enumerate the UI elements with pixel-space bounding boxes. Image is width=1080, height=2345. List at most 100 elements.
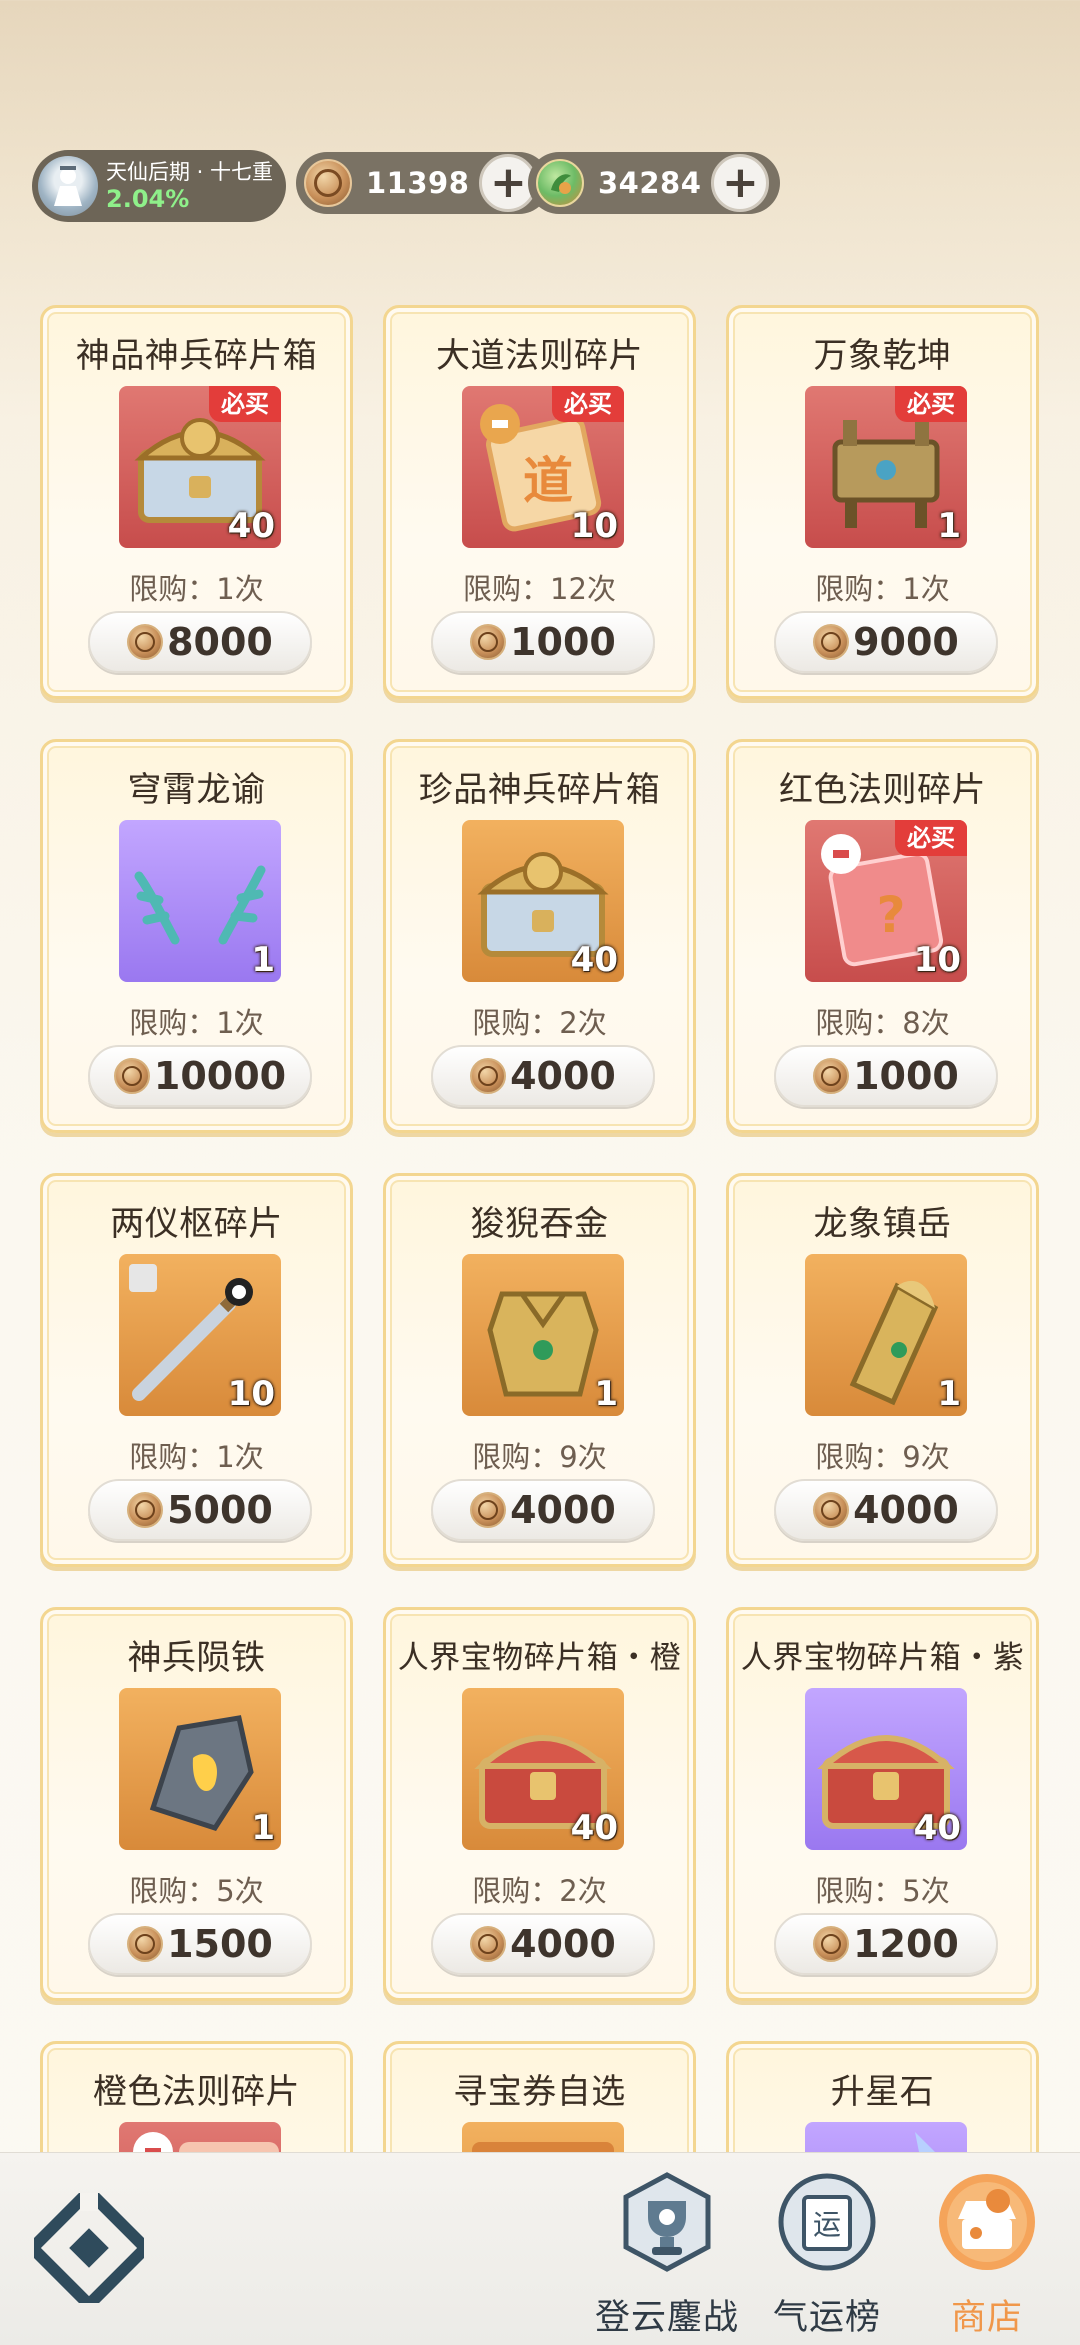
item-quantity: 40 [913, 1808, 961, 1848]
coin-icon [127, 1926, 164, 1962]
buy-button[interactable]: 4000 [431, 1479, 655, 1541]
buy-button[interactable]: 8000 [88, 611, 312, 673]
item-price: 1000 [853, 1054, 959, 1098]
item-image[interactable]: 1 [462, 1254, 624, 1416]
purchase-limit: 限购：12次 [463, 572, 616, 606]
orange-rule-fragment-icon [133, 2132, 279, 2155]
item-quantity: 40 [570, 940, 618, 980]
nav-label-shop: 商店 [950, 2298, 1023, 2338]
purchase-limit: 限购：1次 [815, 572, 950, 606]
item-price: 4000 [853, 1488, 959, 1532]
buy-button[interactable]: 4000 [431, 1913, 655, 1975]
buy-button[interactable]: 9000 [774, 611, 998, 673]
shop-item-card[interactable]: 寻宝券自选 [383, 2041, 696, 2155]
item-image[interactable] [462, 2122, 624, 2155]
item-image[interactable]: 1 [119, 1688, 281, 1850]
item-title: 两仪枢碎片 [110, 1204, 283, 1244]
item-title: 穹霄龙谕 [127, 770, 266, 810]
shop-item-card[interactable]: 大道法则碎片道 必买 10 限购：12次 1000 [383, 305, 696, 699]
purchase-limit: 限购：5次 [815, 1874, 950, 1908]
item-image[interactable]: 1 [805, 1254, 967, 1416]
item-image[interactable]: 必买 1 [805, 386, 967, 548]
item-image[interactable]: 必买 40 [119, 386, 281, 548]
item-image[interactable]: 40 [462, 820, 624, 982]
shop-item-card[interactable]: 人界宝物碎片箱・橙 40 限购：2次 4000 [383, 1607, 696, 2001]
buy-button[interactable]: 1000 [774, 1045, 998, 1107]
buy-button[interactable]: 1500 [88, 1913, 312, 1975]
purchase-limit: 限购：2次 [472, 1874, 607, 1908]
coin-icon [813, 1058, 850, 1094]
shop-item-card[interactable]: 珍品神兵碎片箱 40 限购：2次 4000 [383, 739, 696, 1133]
coin-balance: 11398 + [296, 152, 550, 214]
item-image[interactable]: 40 [805, 1688, 967, 1850]
item-price: 1000 [510, 620, 616, 664]
fortune-scroll-icon: 运 [776, 2171, 878, 2273]
item-image[interactable] [119, 2122, 281, 2155]
star-stone-icon [915, 2132, 938, 2155]
item-glyph: ? [876, 886, 905, 944]
coin-icon [113, 1058, 150, 1094]
item-price: 8000 [167, 620, 273, 664]
menu-logo-icon[interactable] [23, 2182, 155, 2314]
shop-item-card[interactable]: 穹霄龙谕 1 限购：1次 10000 [40, 739, 353, 1133]
buy-button[interactable]: 4000 [774, 1479, 998, 1541]
shop-item-card[interactable]: 狻猊吞金 1 限购：9次 4000 [383, 1173, 696, 1567]
nav-item-battle[interactable]: 登云鏖战 [592, 2171, 742, 2341]
item-title: 人界宝物碎片箱・紫 [740, 1640, 1025, 1676]
item-image[interactable]: ? 必买 10 [805, 820, 967, 982]
shop-item-card[interactable]: 升星石 [726, 2041, 1039, 2155]
purchase-limit: 限购：2次 [472, 1006, 607, 1040]
purchase-limit: 限购：9次 [472, 1440, 607, 1474]
item-title: 橙色法则碎片 [93, 2072, 300, 2112]
trophy-icon [616, 2171, 718, 2273]
item-quantity: 10 [570, 506, 618, 546]
item-title: 神兵陨铁 [127, 1638, 266, 1678]
item-image[interactable]: 1 [119, 820, 281, 982]
coin-icon [470, 1926, 507, 1962]
coin-icon [127, 624, 164, 660]
jade-amount: 34284 [598, 166, 702, 200]
buy-button[interactable]: 5000 [88, 1479, 312, 1541]
realm-progress: 2.04% [106, 185, 190, 213]
item-price: 1200 [853, 1922, 959, 1966]
shop-item-card[interactable]: 龙象镇岳 1 限购：9次 4000 [726, 1173, 1039, 1567]
nav-item-shop[interactable]: 商店 [912, 2171, 1062, 2341]
buy-button[interactable]: 10000 [88, 1045, 312, 1107]
item-image[interactable]: 10 [119, 1254, 281, 1416]
item-title: 神品神兵碎片箱 [75, 336, 318, 376]
item-quantity: 40 [227, 506, 275, 546]
status-bar: 天仙后期 · 十七重 2.04% 11398 + 34284 + [32, 150, 1052, 226]
coin-icon [470, 624, 507, 660]
coin-icon [470, 1492, 507, 1528]
item-title: 升星石 [830, 2072, 935, 2112]
must-buy-badge: 必买 [895, 820, 967, 856]
buy-button[interactable]: 1000 [431, 611, 655, 673]
item-image[interactable]: 道 必买 10 [462, 386, 624, 548]
jade-icon [536, 159, 584, 207]
shop-grid: 神品神兵碎片箱 必买 40 限购：1次 8000 大道法则碎片道 必买 10 限购：12次 … [40, 305, 1040, 2155]
buy-button[interactable]: 1200 [774, 1913, 998, 1975]
purchase-limit: 限购：9次 [815, 1440, 950, 1474]
item-quantity: 1 [594, 1374, 618, 1414]
shop-item-card[interactable]: 万象乾坤 必买 1 限购：1次 9000 [726, 305, 1039, 699]
shop-item-card[interactable]: 红色法则碎片? 必买 10 限购：8次 1000 [726, 739, 1039, 1133]
purchase-limit: 限购：8次 [815, 1006, 950, 1040]
shop-item-card[interactable]: 两仪枢碎片 10 限购：1次 5000 [40, 1173, 353, 1567]
shop-item-card[interactable]: 橙色法则碎片 [40, 2041, 353, 2155]
nav-item-fortune[interactable]: 运 气运榜 [752, 2171, 902, 2341]
item-title: 龙象镇岳 [813, 1204, 952, 1244]
item-image[interactable] [805, 2122, 967, 2155]
item-image[interactable]: 40 [462, 1688, 624, 1850]
item-quantity: 10 [913, 940, 961, 980]
shop-item-card[interactable]: 神品神兵碎片箱 必买 40 限购：1次 8000 [40, 305, 353, 699]
buy-button[interactable]: 4000 [431, 1045, 655, 1107]
realm-progress-badge[interactable]: 天仙后期 · 十七重 2.04% [32, 150, 286, 222]
item-glyph: 道 [523, 452, 573, 510]
shop-item-card[interactable]: 人界宝物碎片箱・紫 40 限购：5次 1200 [726, 1607, 1039, 2001]
must-buy-badge: 必买 [552, 386, 624, 422]
purchase-limit: 限购：1次 [129, 1006, 264, 1040]
shop-item-card[interactable]: 神兵陨铁 1 限购：5次 1500 [40, 1607, 353, 2001]
item-price: 1500 [167, 1922, 273, 1966]
item-quantity: 1 [251, 1808, 275, 1848]
add-jade-button[interactable]: + [711, 154, 770, 212]
